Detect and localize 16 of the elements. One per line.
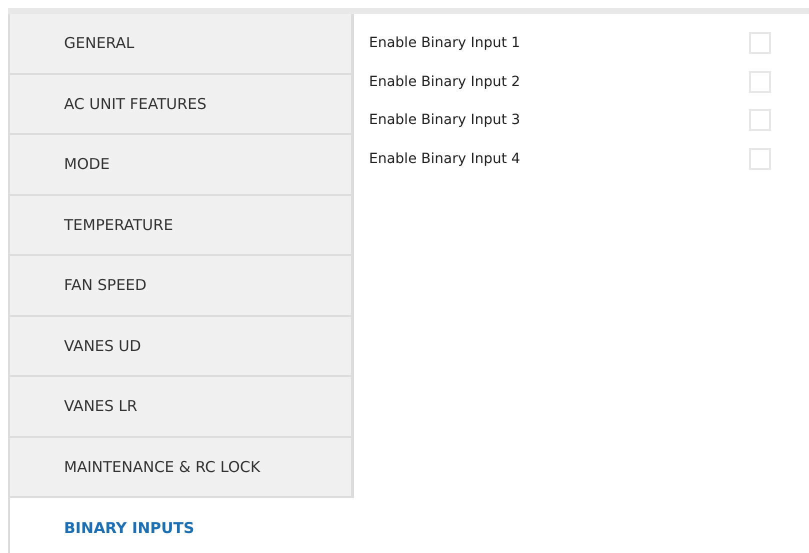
checkbox[interactable] bbox=[749, 70, 771, 93]
option-label: Enable Binary Input 2 bbox=[369, 74, 520, 90]
sidebar-tab[interactable]: VANES UD bbox=[10, 316, 354, 377]
option-label: Enable Binary Input 3 bbox=[369, 112, 520, 128]
option-label: Enable Binary Input 1 bbox=[369, 35, 520, 52]
sidebar-tab[interactable]: FAN SPEED bbox=[10, 256, 354, 316]
checkbox[interactable] bbox=[749, 148, 771, 170]
checkbox[interactable] bbox=[749, 109, 771, 132]
sidebar-tab[interactable]: AC UNIT FEATURES bbox=[10, 74, 354, 135]
sidebar-tab[interactable]: TEMPERATURE bbox=[10, 196, 354, 256]
sidebar-tab[interactable]: VANES LR bbox=[10, 377, 354, 438]
checkbox[interactable] bbox=[749, 32, 771, 54]
option-label: Enable Binary Input 4 bbox=[369, 150, 520, 167]
sidebar-tab[interactable]: GENERAL bbox=[10, 14, 354, 74]
sidebar-tab[interactable]: MODE bbox=[10, 135, 354, 196]
sidebar-tab[interactable]: MAINTENANCE & RC LOCK bbox=[10, 438, 354, 498]
